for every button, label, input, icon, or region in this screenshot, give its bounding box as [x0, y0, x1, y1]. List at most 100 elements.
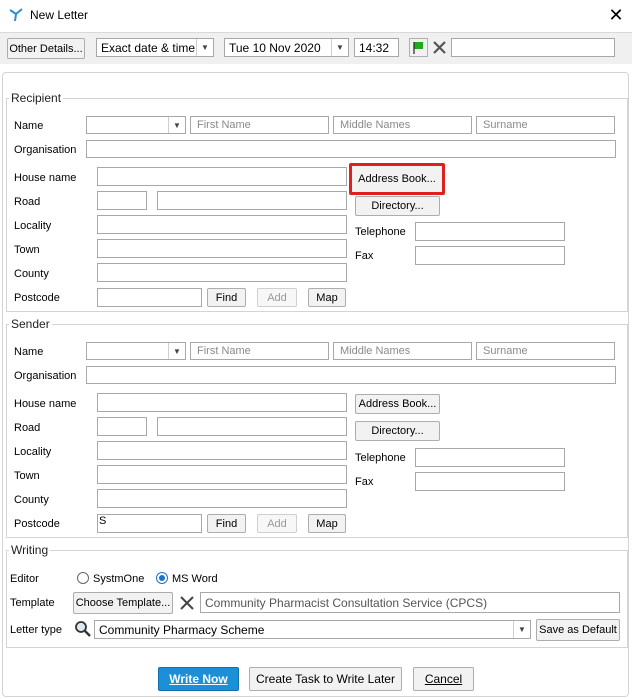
app-logo-icon	[9, 8, 23, 22]
recipient-directory-button[interactable]: Directory...	[355, 196, 440, 216]
sender-directory-button[interactable]: Directory...	[355, 421, 440, 441]
recipient-town-label: Town	[14, 244, 40, 256]
recipient-postcode-label: Postcode	[14, 292, 60, 304]
date-value: Tue 10 Nov 2020	[229, 40, 321, 55]
recipient-county-label: County	[14, 268, 49, 280]
sender-town-input[interactable]	[97, 465, 347, 484]
search-icon[interactable]	[73, 619, 93, 639]
chevron-down-icon: ▼	[168, 343, 185, 359]
sender-county-label: County	[14, 494, 49, 506]
flag-button[interactable]	[409, 38, 428, 57]
sender-title-select[interactable]: ▼	[86, 342, 186, 360]
recipient-fax-input[interactable]	[415, 246, 565, 265]
recipient-map-button[interactable]: Map	[308, 288, 346, 307]
editor-label: Editor	[10, 573, 39, 585]
letter-type-label: Letter type	[10, 624, 62, 636]
recipient-county-input[interactable]	[97, 263, 347, 282]
date-select[interactable]: Tue 10 Nov 2020 ▼	[224, 38, 349, 57]
recipient-legend: Recipient	[9, 91, 64, 105]
other-details-button[interactable]: Other Details...	[7, 38, 85, 59]
editor-msword-label[interactable]: MS Word	[172, 573, 218, 585]
recipient-name-label: Name	[14, 120, 44, 132]
save-as-default-button[interactable]: Save as Default	[536, 619, 620, 641]
time-value: 14:32	[359, 40, 390, 55]
sender-locality-input[interactable]	[97, 441, 347, 460]
sender-legend: Sender	[9, 317, 52, 331]
toolbar-extra-field[interactable]	[451, 38, 615, 57]
recipient-locality-input[interactable]	[97, 215, 347, 234]
recipient-telephone-input[interactable]	[415, 222, 565, 241]
sender-postcode-label: Postcode	[14, 518, 60, 530]
recipient-first-name-input[interactable]: First Name	[190, 116, 329, 134]
sender-find-button[interactable]: Find	[207, 514, 246, 533]
flag-icon	[413, 42, 423, 54]
recipient-surname-input[interactable]: Surname	[476, 116, 615, 134]
close-icon[interactable]: ✕	[605, 4, 627, 26]
recipient-locality-label: Locality	[14, 220, 52, 232]
chevron-down-icon: ▼	[168, 117, 185, 133]
sender-locality-label: Locality	[14, 446, 52, 458]
recipient-telephone-label: Telephone	[355, 226, 406, 238]
sender-middle-names-input[interactable]: Middle Names	[333, 342, 472, 360]
sender-town-label: Town	[14, 470, 40, 482]
letter-type-select[interactable]: Community Pharmacy Scheme ▼	[94, 620, 531, 639]
sender-organisation-label: Organisation	[14, 370, 77, 382]
recipient-town-input[interactable]	[97, 239, 347, 258]
writing-legend: Writing	[9, 543, 51, 557]
sender-first-name-input[interactable]: First Name	[190, 342, 329, 360]
write-now-button[interactable]: Write Now	[158, 667, 239, 691]
date-mode-value: Exact date & time	[101, 40, 196, 55]
sender-surname-input[interactable]: Surname	[476, 342, 615, 360]
template-label: Template	[10, 597, 55, 609]
recipient-find-button[interactable]: Find	[207, 288, 246, 307]
title-bar: New Letter ✕	[0, 0, 632, 32]
recipient-road-input[interactable]	[157, 191, 347, 210]
date-mode-select[interactable]: Exact date & time ▼	[96, 38, 214, 57]
sender-postcode-input[interactable]: S	[97, 514, 202, 533]
sender-telephone-input[interactable]	[415, 448, 565, 467]
recipient-middle-names-input[interactable]: Middle Names	[333, 116, 472, 134]
recipient-organisation-input[interactable]	[86, 140, 616, 158]
recipient-fax-label: Fax	[355, 250, 374, 262]
recipient-house-name-label: House name	[14, 172, 77, 184]
recipient-address-book-button[interactable]: Address Book...	[349, 163, 445, 195]
sender-telephone-label: Telephone	[355, 452, 406, 464]
chevron-down-icon: ▼	[331, 39, 348, 56]
create-task-button[interactable]: Create Task to Write Later	[249, 667, 402, 691]
cancel-label: Cancel	[424, 672, 463, 686]
clear-icon[interactable]	[430, 38, 449, 57]
clear-template-icon[interactable]	[178, 594, 196, 612]
sender-road-label: Road	[14, 422, 41, 434]
sender-name-label: Name	[14, 346, 44, 358]
cancel-button[interactable]: Cancel	[413, 667, 474, 691]
sender-add-button[interactable]: Add	[257, 514, 297, 533]
editor-systmone-radio[interactable]	[77, 572, 89, 584]
chevron-down-icon: ▼	[513, 621, 530, 638]
editor-msword-radio[interactable]	[156, 572, 168, 584]
recipient-organisation-label: Organisation	[14, 144, 77, 156]
editor-systmone-label[interactable]: SystmOne	[93, 573, 144, 585]
recipient-road-label: Road	[14, 196, 41, 208]
template-value-field: Community Pharmacist Consultation Servic…	[200, 592, 620, 613]
recipient-postcode-input[interactable]	[97, 288, 202, 307]
letter-type-value: Community Pharmacy Scheme	[99, 622, 265, 637]
sender-address-book-button[interactable]: Address Book...	[355, 394, 440, 414]
time-input[interactable]: 14:32	[354, 38, 399, 57]
sender-house-name-input[interactable]	[97, 393, 347, 412]
sender-road-number-input[interactable]	[97, 417, 147, 436]
sender-house-name-label: House name	[14, 398, 77, 410]
sender-fax-input[interactable]	[415, 472, 565, 491]
sender-road-input[interactable]	[157, 417, 347, 436]
write-now-label: Write Now	[169, 672, 228, 686]
sender-map-button[interactable]: Map	[308, 514, 346, 533]
sender-county-input[interactable]	[97, 489, 347, 508]
sender-fax-label: Fax	[355, 476, 374, 488]
recipient-house-name-input[interactable]	[97, 167, 347, 186]
recipient-title-select[interactable]: ▼	[86, 116, 186, 134]
sender-organisation-input[interactable]	[86, 366, 616, 384]
chevron-down-icon: ▼	[196, 39, 213, 56]
choose-template-button[interactable]: Choose Template...	[73, 592, 173, 614]
recipient-add-button[interactable]: Add	[257, 288, 297, 307]
recipient-road-number-input[interactable]	[97, 191, 147, 210]
window-title: New Letter	[30, 8, 89, 22]
